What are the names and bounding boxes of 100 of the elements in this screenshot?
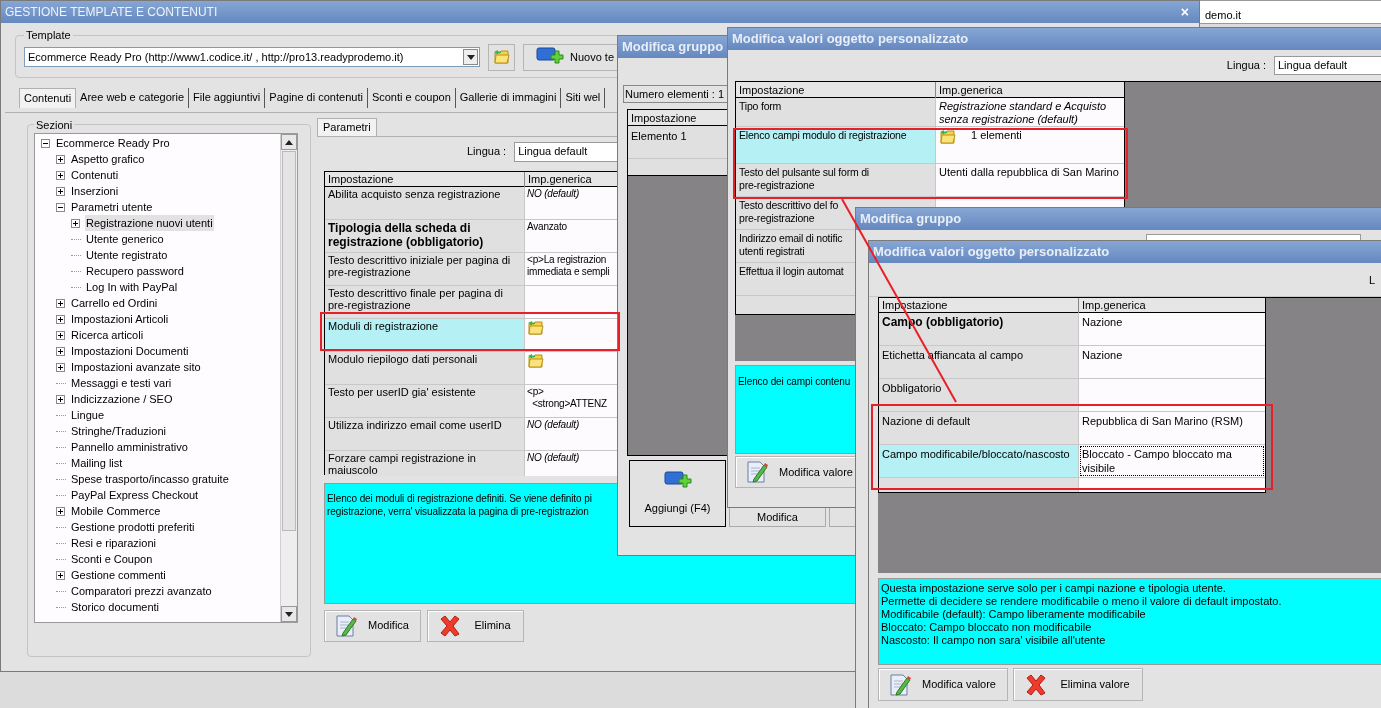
tab[interactable]: Contenuti	[19, 87, 77, 108]
tab[interactable]: Siti wel	[561, 87, 606, 108]
expand-toggle[interactable]	[56, 346, 65, 356]
expand-toggle[interactable]	[56, 154, 65, 164]
delete-value-button[interactable]: Elimina valore	[1013, 668, 1143, 701]
language-label: Lingua :	[1226, 57, 1266, 73]
setting-cell[interactable]: Nazione di default	[879, 412, 1079, 444]
tab[interactable]: Gallerie di immagini	[455, 87, 562, 108]
tree-item[interactable]: Gestione commenti	[70, 566, 167, 584]
edit-value-button[interactable]: Modifica valore	[878, 668, 1008, 701]
scroll-down-button[interactable]	[281, 606, 297, 622]
expand-toggle[interactable]	[56, 314, 65, 324]
tree-item[interactable]: Pannello amministrativo	[70, 438, 189, 456]
tree-item[interactable]: Utente registrato	[85, 246, 169, 264]
setting-cell[interactable]: Tipologia della scheda di registrazione (obbligatorio)	[325, 219, 525, 252]
tree-item[interactable]: Mobile Commerce	[70, 502, 162, 520]
tab[interactable]: Sconti e coupon	[367, 87, 456, 108]
tree-item[interactable]: Parametri utente	[70, 198, 154, 216]
tree-item[interactable]: Storico documenti	[70, 598, 161, 616]
tree-item[interactable]: Impostazioni avanzate sito	[70, 358, 202, 376]
expand-toggle[interactable]	[71, 218, 80, 228]
tree-item[interactable]: Recupero password	[85, 262, 185, 280]
tab[interactable]: File aggiuntivi	[189, 87, 266, 108]
tree-item[interactable]: Impostazioni Documenti	[70, 342, 190, 360]
setting-cell[interactable]: Campo modificabile/bloccato/nascosto	[879, 445, 1079, 477]
column-header: Imp.generica	[1081, 298, 1147, 313]
value-cell[interactable]: 1 elementi	[936, 127, 1124, 163]
setting-cell[interactable]: Elenco campi modulo di registrazione	[736, 127, 936, 163]
setting-cell[interactable]: Modulo riepilogo dati personali	[325, 351, 525, 384]
tree-item[interactable]: Messaggi e testi vari	[70, 374, 173, 392]
expand-toggle[interactable]	[56, 170, 65, 180]
expand-toggle[interactable]	[56, 298, 65, 308]
cell-value: Utenti dalla repubblica di San Marino	[939, 166, 1119, 179]
folder-icon	[939, 129, 957, 145]
expand-toggle[interactable]	[56, 394, 65, 404]
setting-cell[interactable]: Forzare campi registrazione in maiuscolo	[325, 450, 525, 476]
tree-item[interactable]: Inserzioni	[70, 182, 120, 200]
tree-item[interactable]: Impostazioni Articoli	[70, 310, 170, 328]
setting-cell[interactable]: Moduli di registrazione	[325, 318, 525, 351]
scroll-thumb[interactable]	[282, 151, 296, 531]
scroll-up-button[interactable]	[281, 134, 297, 150]
expand-toggle[interactable]	[56, 506, 65, 516]
expand-toggle[interactable]	[56, 330, 65, 340]
group-label: Template	[25, 28, 72, 43]
window-title: GESTIONE TEMPLATE E CONTENUTI	[5, 4, 218, 21]
column-header: Imp.generica	[938, 83, 1004, 98]
description-text: Questa impostazione serve solo per i campi nazione e tipologia utente. Permette di decidere se rendere modificabile o meno il valore di default impostato. Modificabile (default): Campo liberamente modificabile Bloccato: Campo bloccato non modificabile Nascosto: Il campo non sara' visibile all'utente	[881, 582, 1282, 647]
setting-cell[interactable]: Utilizza indirizzo email come userID	[325, 417, 525, 450]
tree-item[interactable]: Log In with PayPal	[85, 278, 179, 296]
setting-cell[interactable]: Abilita acquisto senza registrazione	[325, 186, 525, 219]
value-cell[interactable]: Registrazione standard e Acquisto senza registrazione (default)	[936, 98, 1124, 126]
tree-item[interactable]: Ricerca articoli	[70, 326, 145, 344]
value-cell[interactable]: Utenti dalla repubblica di San Marino	[936, 164, 1124, 196]
cell-value: <p> <strong>ATTENZ	[527, 385, 607, 410]
tree-item[interactable]: Comparatori prezzi avanzato	[70, 582, 213, 600]
tree-item[interactable]: Utente generico	[85, 230, 165, 248]
expand-toggle[interactable]	[56, 570, 65, 580]
delete-icon	[438, 613, 462, 638]
setting-cell[interactable]: Testo del pulsante sul form di pre-registrazione	[736, 164, 936, 196]
tab[interactable]: Parametri	[317, 117, 377, 136]
language-field[interactable]: Lingua default	[1274, 55, 1381, 75]
tab[interactable]: Aree web e categorie	[76, 87, 190, 108]
cell-value: Registrazione standard e Acquisto senza registrazione (default)	[939, 100, 1107, 126]
edit-button[interactable]: Modifica	[729, 507, 826, 527]
add-button[interactable]: Aggiungi (F4)	[629, 460, 726, 527]
value-cell[interactable]: Nazione	[1079, 346, 1265, 378]
setting-cell[interactable]: Testo per userID gia' esistente	[325, 384, 525, 417]
tree-item[interactable]: Carrello ed Ordini	[70, 294, 159, 312]
tree-item[interactable]: Registrazione nuovi utenti	[85, 214, 214, 232]
setting-cell[interactable]: Testo descrittivo iniziale per pagina di pre-registrazione	[325, 252, 525, 285]
scrollbar[interactable]	[280, 134, 297, 622]
tree-item[interactable]: Gestione prodotti preferiti	[70, 518, 196, 536]
tree-item[interactable]: PayPal Express Checkout	[70, 486, 200, 504]
dropdown-arrow-icon	[466, 54, 475, 60]
expand-toggle[interactable]	[56, 362, 65, 372]
value-cell[interactable]: Nazione	[1079, 313, 1265, 345]
value-cell[interactable]: Repubblica di San Marino (RSM)	[1079, 412, 1265, 444]
value-cell[interactable]: Bloccato - Campo bloccato ma visibile	[1079, 445, 1265, 477]
edit-document-icon	[889, 672, 911, 697]
edit-button[interactable]: Modifica	[324, 609, 421, 642]
tree-item[interactable]: Sconti e Coupon	[70, 550, 154, 568]
value-cell[interactable]	[1079, 379, 1265, 411]
tab[interactable]: Pagine di contenuti	[265, 87, 368, 108]
tree-item[interactable]: Ecommerce Ready Pro	[55, 134, 171, 152]
tree-item[interactable]: Contenuti	[70, 166, 120, 184]
language-label: Lingua :	[467, 144, 507, 160]
tree-item[interactable]: Spese trasporto/incasso gratuite	[70, 470, 230, 488]
expand-toggle[interactable]	[41, 138, 50, 148]
expand-toggle[interactable]	[56, 186, 65, 196]
folder-icon	[527, 352, 545, 369]
tree-item[interactable]: Resi e riparazioni	[70, 534, 157, 552]
tree-item[interactable]: Aspetto grafico	[70, 150, 146, 168]
tree-item[interactable]: Lingue	[70, 406, 106, 424]
tree-item[interactable]: Stringhe/Traduzioni	[70, 422, 167, 440]
tree-item[interactable]: Indicizzazione / SEO	[70, 390, 174, 408]
expand-toggle[interactable]	[56, 202, 65, 212]
tree-item[interactable]: Mailing list	[70, 454, 124, 472]
template-combo[interactable]: Ecommerce Ready Pro (http://www1.codice.it/ , http://pro13.readyprodemo.it)	[24, 47, 480, 67]
delete-button[interactable]: Elimina	[427, 609, 524, 642]
setting-cell[interactable]: Tipo form	[736, 98, 936, 126]
